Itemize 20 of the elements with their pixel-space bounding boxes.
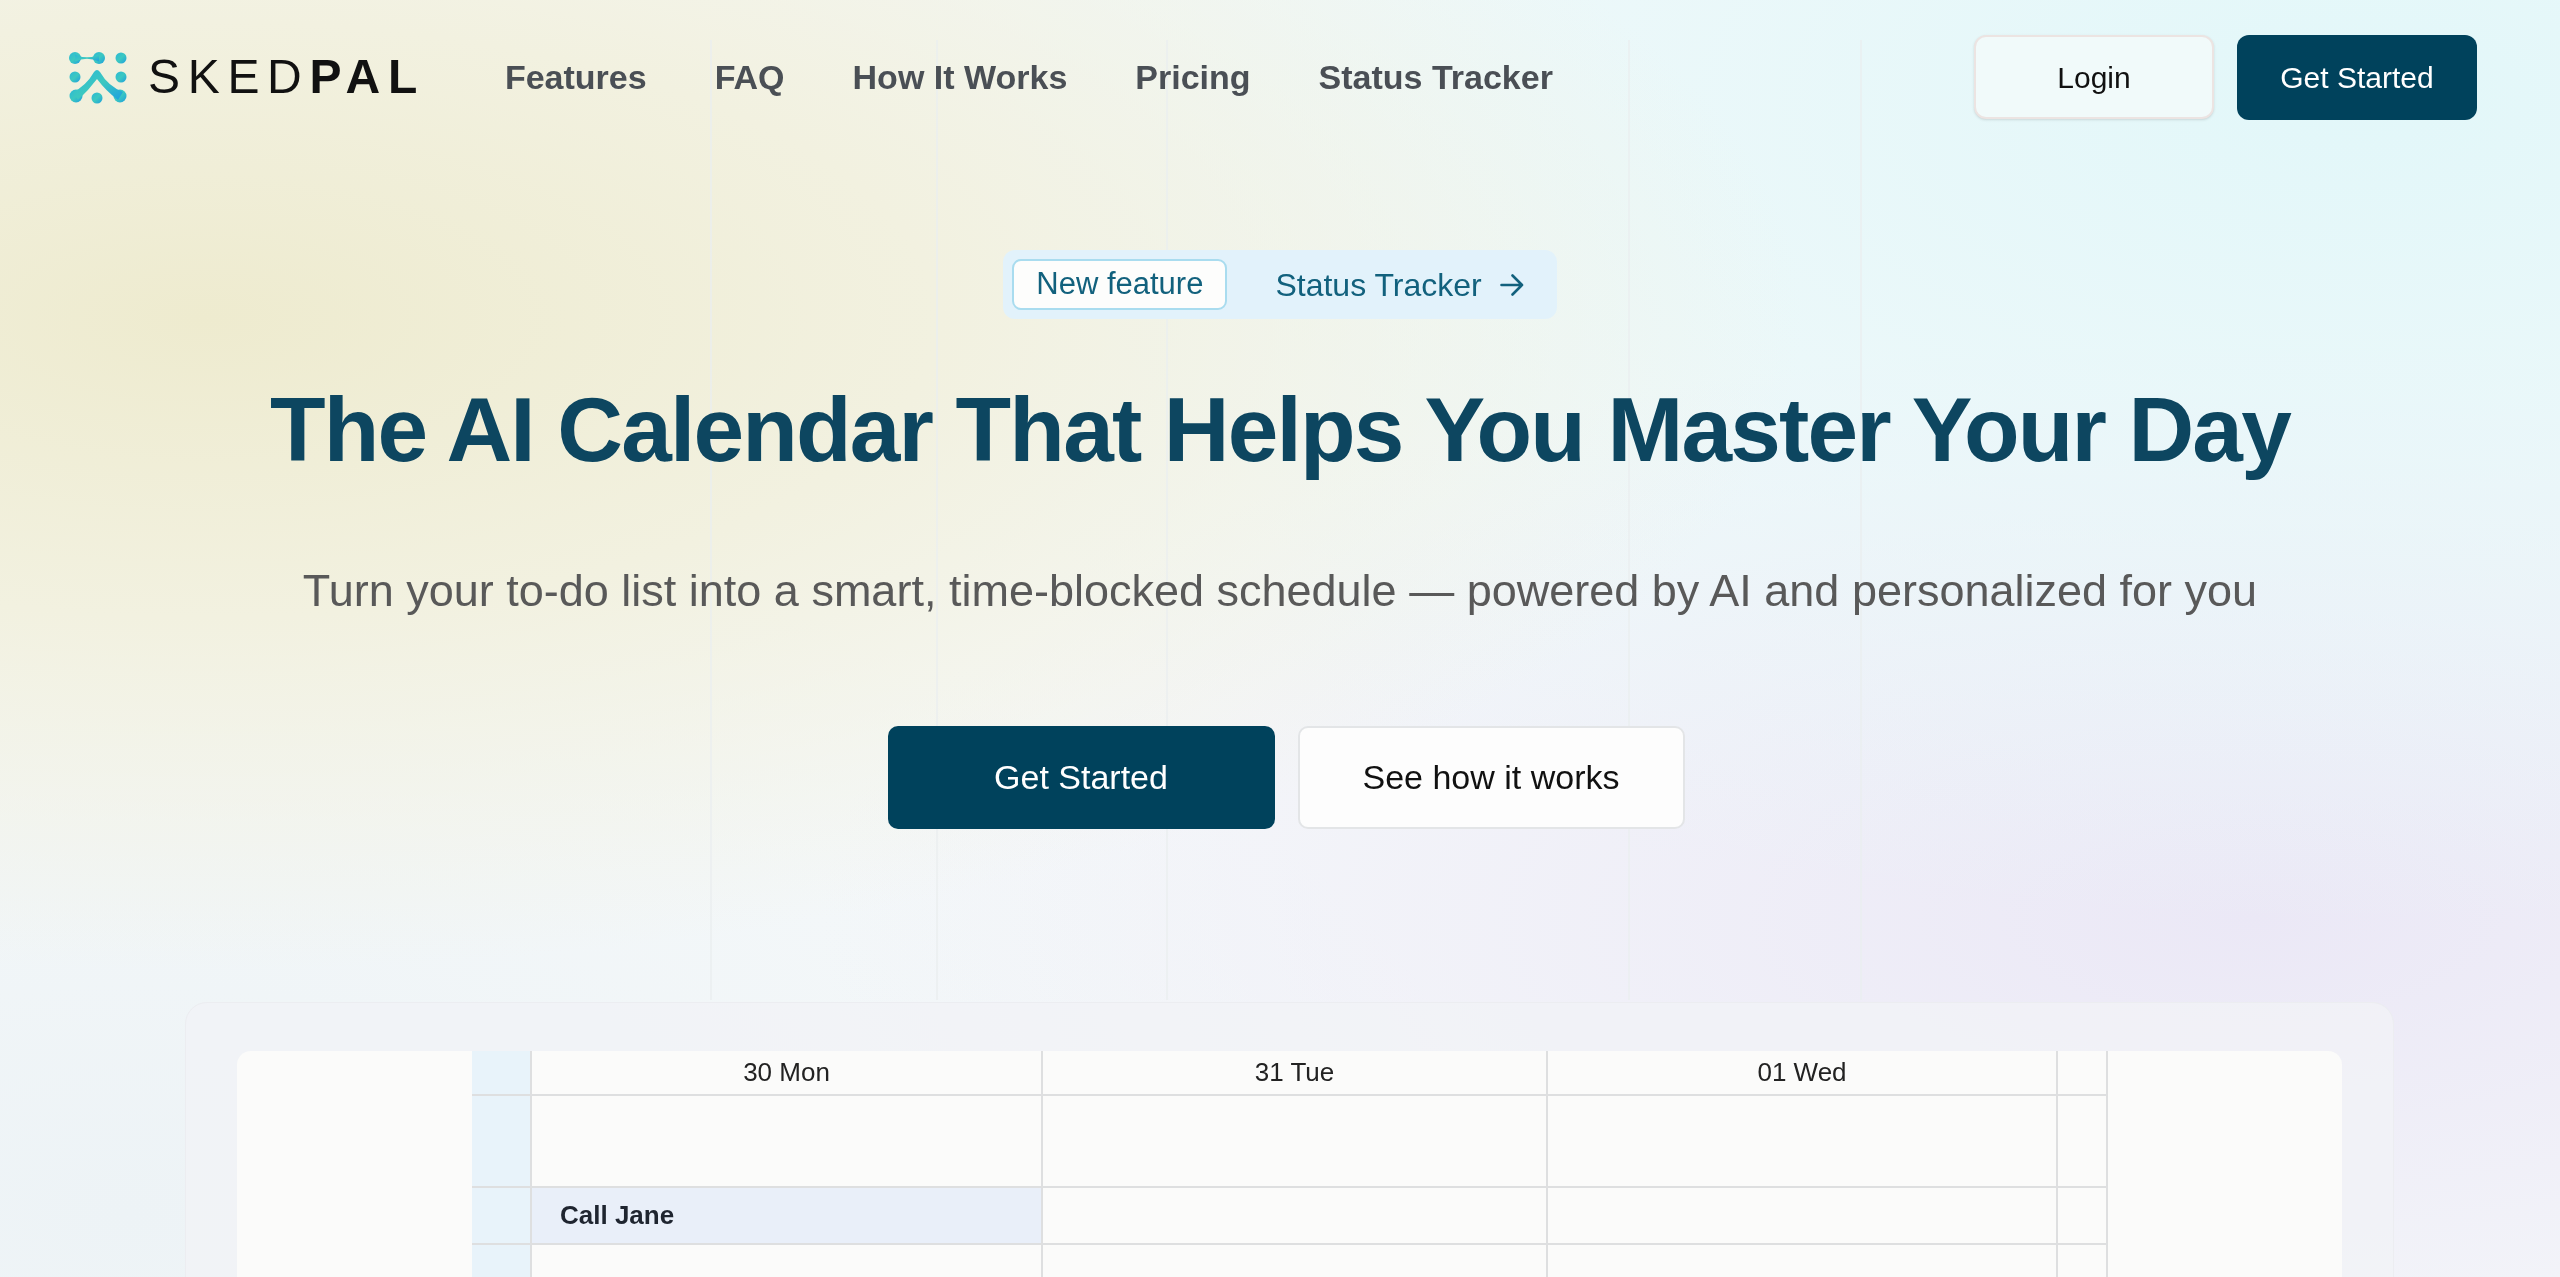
day-header: 30 Mon: [743, 1055, 830, 1089]
login-button[interactable]: Login: [1974, 35, 2214, 119]
hero-subtitle: Turn your to-do list into a smart, time-blocked schedule — powered by AI and personalized for you: [302, 563, 2258, 618]
new-feature-tag: New feature: [1012, 259, 1228, 310]
calendar-event[interactable]: Call Jane: [532, 1187, 1041, 1243]
get-started-button[interactable]: Get Started: [887, 725, 1275, 829]
nav-link[interactable]: Features: [504, 51, 647, 103]
status-tracker-link[interactable]: Status Tracker: [1275, 260, 1524, 309]
arrow-right-icon: [1499, 273, 1524, 296]
see-how-it-works-button[interactable]: See how it works: [1297, 725, 1685, 829]
logo-text[interactable]: SKEDPAL: [148, 53, 425, 101]
nav-link[interactable]: Status Tracker: [1318, 51, 1553, 103]
nav-link[interactable]: FAQ: [714, 51, 785, 103]
day-header: 31 Tue: [1254, 1055, 1335, 1089]
get-started-button[interactable]: Get Started: [2237, 34, 2477, 120]
day-header: 01 Wed: [1757, 1055, 1847, 1089]
nav-link[interactable]: Pricing: [1135, 51, 1251, 103]
hero-heading: The AI Calendar That Helps You Master Your Day: [270, 378, 2290, 482]
nav-link[interactable]: How It Works: [852, 51, 1068, 103]
logo-icon: [68, 50, 128, 104]
